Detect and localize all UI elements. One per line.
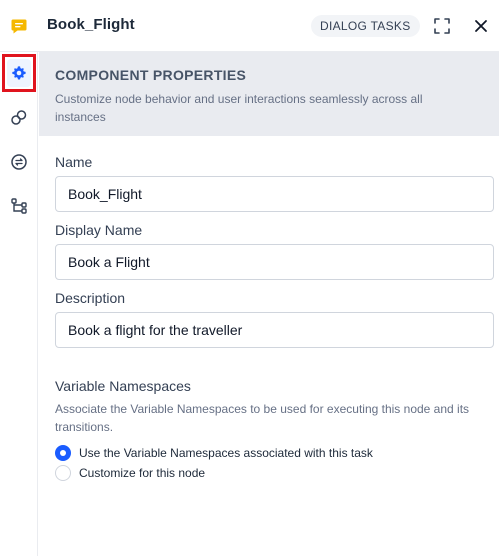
expand-button[interactable] (432, 16, 452, 36)
name-label: Name (55, 154, 93, 170)
side-rail (0, 52, 38, 556)
rail-item-connections[interactable] (0, 100, 38, 136)
gear-icon (12, 66, 26, 80)
page-title: Book_Flight (47, 16, 135, 33)
dialog-tasks-badge[interactable]: DIALOG TASKS (311, 15, 420, 37)
transfer-icon (11, 154, 27, 170)
section-title: COMPONENT PROPERTIES (55, 67, 247, 83)
flow-icon (11, 198, 27, 214)
component-properties-header: COMPONENT PROPERTIES Customize node beha… (39, 52, 499, 136)
radio-button[interactable] (55, 465, 71, 481)
rail-item-settings[interactable] (2, 54, 36, 92)
variable-namespaces-description: Associate the Variable Namespaces to be … (55, 402, 470, 434)
chat-bubble-icon (10, 17, 28, 35)
radio-label: Customize for this node (79, 466, 206, 480)
section-description: Customize node behavior and user interac… (55, 92, 423, 124)
close-icon (475, 20, 487, 32)
radio-label: Use the Variable Namespaces associated w… (79, 446, 373, 460)
close-button[interactable] (471, 16, 491, 36)
panel-header: Book_Flight DIALOG TASKS (0, 0, 499, 52)
radio-button-selected[interactable] (55, 445, 71, 461)
display-name-field[interactable] (55, 244, 494, 280)
rail-item-flow[interactable] (0, 188, 38, 224)
description-field[interactable] (55, 312, 494, 348)
expand-icon (434, 18, 450, 34)
variable-namespaces-title: Variable Namespaces (55, 378, 191, 394)
display-name-label: Display Name (55, 222, 143, 238)
link-icon (11, 110, 27, 125)
name-field[interactable] (55, 176, 494, 212)
description-label: Description (55, 290, 126, 306)
rail-item-transitions[interactable] (0, 144, 38, 180)
